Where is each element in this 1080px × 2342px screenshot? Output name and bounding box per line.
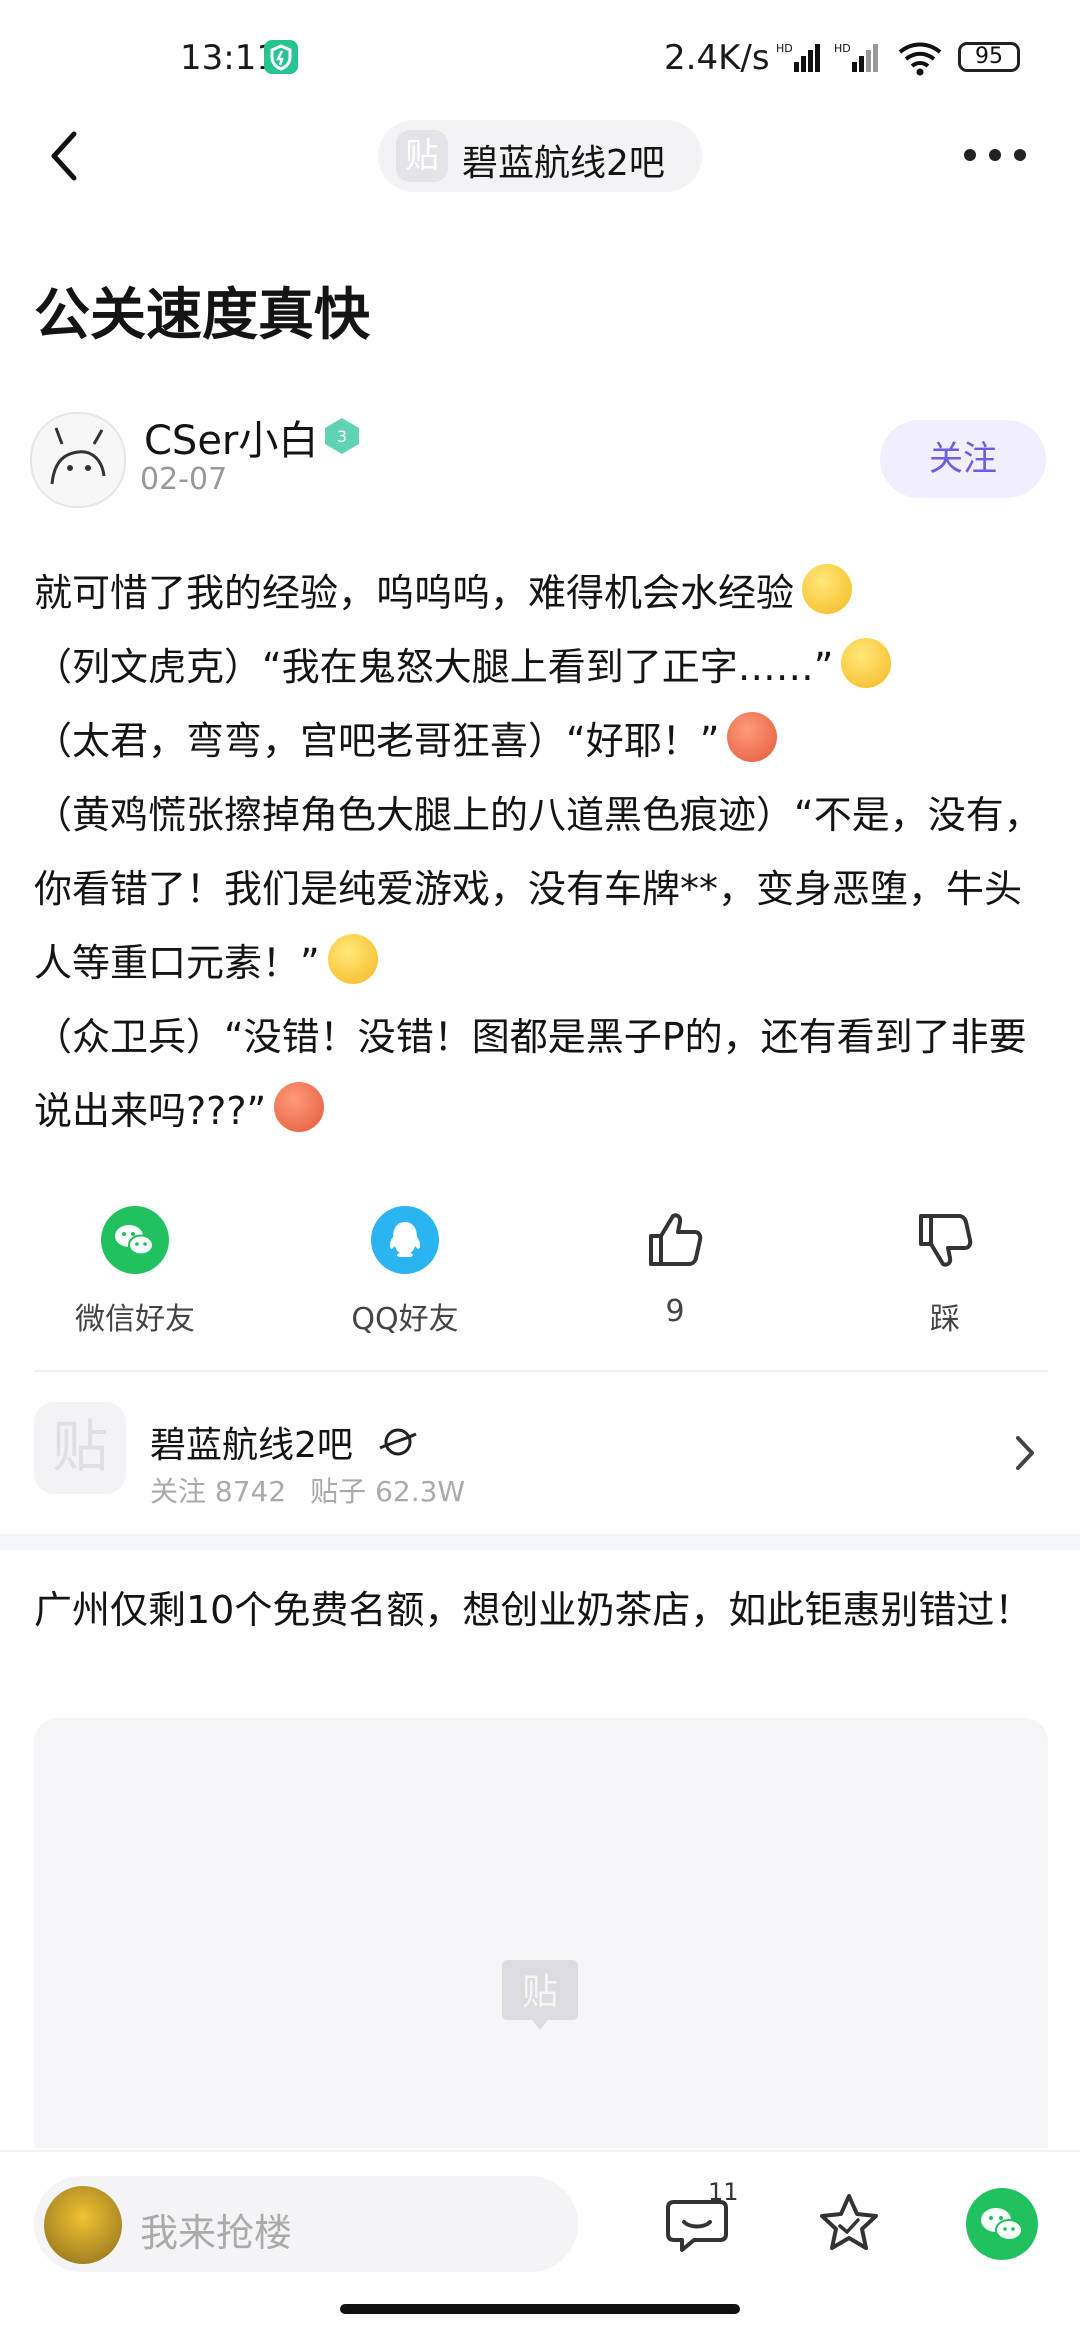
dislike-button[interactable]: 踩 xyxy=(875,1206,1015,1337)
user-avatar[interactable] xyxy=(44,2186,122,2264)
star-icon[interactable] xyxy=(816,2190,882,2256)
ad-image-placeholder[interactable] xyxy=(34,1718,1048,2148)
more-dot-icon xyxy=(989,149,1001,161)
more-options-button[interactable] xyxy=(960,140,1030,170)
forum-name[interactable]: 碧蓝航线2吧 xyxy=(150,1416,353,1468)
like-button[interactable]: 9 xyxy=(605,1206,745,1336)
chevron-right-icon[interactable] xyxy=(1010,1432,1040,1474)
more-dot-icon xyxy=(964,149,976,161)
more-dot-icon xyxy=(1014,149,1026,161)
post-paragraph: （列文虎克）“我在鬼怒大腿上看到了正字……” xyxy=(34,630,1048,704)
post-date: 02-07 xyxy=(140,462,228,497)
forum-logo-icon[interactable]: 贴 xyxy=(34,1402,126,1494)
forum-chip[interactable]: 贴 碧蓝航线2吧 xyxy=(378,120,702,192)
comment-count: 11 xyxy=(708,2178,739,2206)
emoji-angry-icon xyxy=(274,1082,325,1132)
author-avatar[interactable] xyxy=(30,412,126,508)
wechat-share-icon[interactable] xyxy=(966,2188,1038,2260)
network-speed: 2.4K/s xyxy=(664,38,770,78)
emoji-rolling-eyes-icon xyxy=(841,638,892,688)
battery-indicator: 95 xyxy=(958,42,1020,72)
emoji-smile-icon xyxy=(327,934,378,984)
post-paragraph: （黄鸡慌张擦掉角色大腿上的八道黑色痕迹）“不是，没有，你看错了！我们是纯爱游戏，… xyxy=(34,793,1042,985)
signal-icon: HD xyxy=(776,40,824,74)
like-count: 9 xyxy=(665,1294,685,1329)
post-paragraph: 就可惜了我的经验，呜呜呜，难得机会水经验 xyxy=(34,556,1048,630)
forum-chip-label: 碧蓝航线2吧 xyxy=(462,143,665,184)
status-bar: 13:11 2.4K/s HD HD 95 xyxy=(0,0,1080,120)
shield-icon xyxy=(264,40,298,74)
wechat-label: 微信好友 xyxy=(75,1302,195,1337)
home-indicator[interactable] xyxy=(340,2304,740,2314)
section-separator xyxy=(0,1534,1080,1550)
back-button[interactable] xyxy=(40,124,96,188)
level-number: 3 xyxy=(337,427,347,446)
forum-stats: 关注 8742 贴子 62.3W xyxy=(150,1470,489,1510)
emoji-pleading-icon xyxy=(802,564,853,614)
planet-icon xyxy=(378,1422,418,1462)
qq-icon xyxy=(371,1206,439,1274)
post-content: 就可惜了我的经验，呜呜呜，难得机会水经验 （列文虎克）“我在鬼怒大腿上看到了正字… xyxy=(34,556,1048,1148)
follow-button[interactable]: 关注 xyxy=(880,420,1046,498)
forum-post-count: 贴子 62.3W xyxy=(310,1475,466,1508)
tieba-placeholder-icon: 贴 xyxy=(498,1952,582,2036)
level-badge-icon: 3 xyxy=(322,416,362,456)
tieba-logo-icon: 贴 xyxy=(396,130,448,182)
wechat-icon xyxy=(101,1206,169,1274)
reply-placeholder: 我来抢楼 xyxy=(140,2211,293,2255)
svg-text:贴: 贴 xyxy=(522,1972,558,2013)
emoji-heart-eyes-icon xyxy=(727,712,778,762)
post-title: 公关速度真快 xyxy=(34,283,370,348)
share-wechat-button[interactable]: 微信好友 xyxy=(65,1206,205,1337)
svg-text:HD: HD xyxy=(834,42,851,55)
author-name[interactable]: CSer小白 xyxy=(144,408,318,466)
post-paragraph: （众卫兵）“没错！没错！图都是黑子P的，还有看到了非要说出来吗???” xyxy=(34,1015,1027,1133)
forum-follow-count: 关注 8742 xyxy=(150,1475,287,1508)
post-paragraph: （太君，弯弯，宫吧老哥狂喜）“好耶！” xyxy=(34,704,1048,778)
wifi-icon xyxy=(896,40,944,76)
dislike-label: 踩 xyxy=(930,1302,960,1337)
thumbs-down-icon xyxy=(911,1206,979,1274)
divider xyxy=(34,1370,1048,1372)
svg-text:HD: HD xyxy=(776,42,793,55)
ad-text[interactable]: 广州仅剩10个免费名额，想创业奶茶店，如此钜惠别错过！ xyxy=(34,1580,1048,1640)
thumbs-up-icon xyxy=(641,1206,709,1274)
share-qq-button[interactable]: QQ好友 xyxy=(335,1206,475,1337)
signal-icon-2: HD xyxy=(834,40,882,74)
qq-label: QQ好友 xyxy=(351,1302,459,1337)
